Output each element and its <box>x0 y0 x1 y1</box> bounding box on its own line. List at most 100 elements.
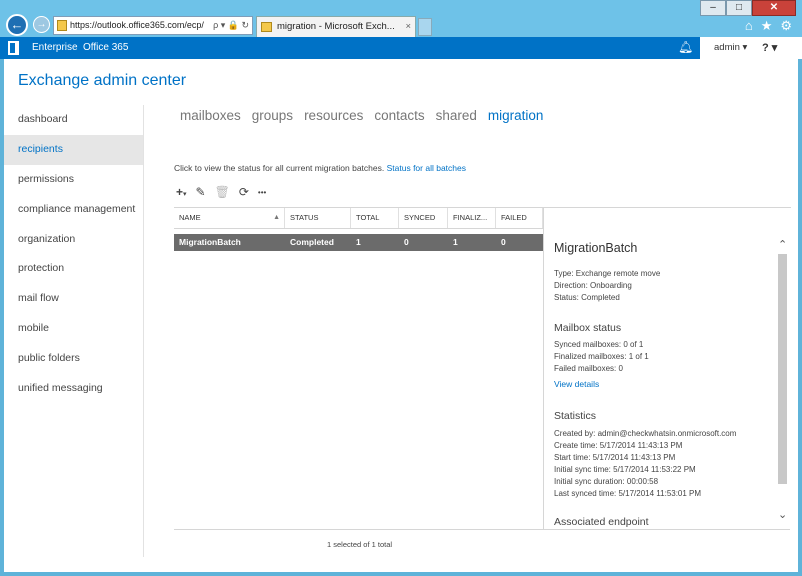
browser-chrome: – □ ✕ ← → https://outlook.office365.com/… <box>0 0 802 37</box>
leftnav-item-permissions[interactable]: permissions <box>4 165 143 195</box>
left-nav: dashboard recipients permissions complia… <box>4 105 144 557</box>
user-menu[interactable]: admin ▾ <box>714 42 747 53</box>
recipient-tabs: mailboxes groups resources contacts shar… <box>180 108 543 123</box>
chevron-down-icon: ▾ <box>183 191 187 198</box>
leftnav-item-recipients[interactable]: recipients <box>4 134 143 165</box>
details-summary: Type: Exchange remote move Direction: On… <box>554 268 660 304</box>
status-text: Status: Completed <box>554 293 620 302</box>
details-pane: MigrationBatch Type: Exchange remote mov… <box>543 207 791 529</box>
grid-header: NAME ▲ STATUS TOTAL SYNCED FINALIZ... FAI… <box>174 207 543 229</box>
leftnav-item-organization[interactable]: organization <box>4 225 143 255</box>
initial-sync-duration-text: Initial sync duration: 00:00:58 <box>554 477 659 486</box>
view-details-link[interactable]: View details <box>554 379 599 389</box>
url-text: https://outlook.office365.com/ecp/ <box>70 20 204 30</box>
new-tab-button[interactable] <box>418 18 432 36</box>
more-options-icon[interactable]: ••• <box>258 188 266 197</box>
site-favicon-icon <box>57 20 67 31</box>
enterprise-link[interactable]: Enterprise <box>32 42 78 53</box>
column-header-failed[interactable]: FAILED <box>496 208 543 228</box>
plus-icon: + <box>176 185 184 199</box>
tab-resources[interactable]: resources <box>304 108 363 123</box>
tab-favicon-icon <box>261 22 272 32</box>
edit-pencil-icon[interactable]: ✎ <box>196 185 206 199</box>
type-text: Type: Exchange remote move <box>554 269 661 278</box>
cell-failed: 0 <box>501 237 506 247</box>
user-area: admin ▾ ? ▾ <box>700 37 802 59</box>
tab-migration[interactable]: migration <box>488 108 544 123</box>
status-for-all-batches-link[interactable]: Status for all batches <box>387 163 466 173</box>
tab-shared[interactable]: shared <box>436 108 477 123</box>
statistics-values: Created by: admin@checkwhatsin.onmicroso… <box>554 428 736 500</box>
grid-toolbar: +▾ ✎ 🗑 ⟳ ••• <box>176 183 266 201</box>
column-header-total[interactable]: TOTAL <box>351 208 399 228</box>
column-header-status[interactable]: STATUS <box>285 208 351 228</box>
back-arrow-icon[interactable]: ← <box>6 14 28 36</box>
details-title: MigrationBatch <box>554 241 638 255</box>
bell-icon[interactable]: 🔔︎ <box>678 40 693 54</box>
migration-batch-grid: NAME ▲ STATUS TOTAL SYNCED FINALIZ... FAI… <box>174 207 543 529</box>
scroll-up-icon[interactable]: ⌃ <box>778 238 787 251</box>
leftnav-item-unified-messaging[interactable]: unified messaging <box>4 374 143 404</box>
grid-footer: 1 selected of 1 total <box>174 529 790 549</box>
mailbox-status-values: Synced mailboxes: 0 of 1 Finalized mailb… <box>554 339 649 375</box>
cell-synced: 0 <box>404 237 409 247</box>
tab-groups[interactable]: groups <box>252 108 293 123</box>
cell-status: Completed <box>290 237 334 247</box>
address-tools[interactable]: ρ ▾ 🔒 ↻ <box>210 17 249 34</box>
last-synced-time-text: Last synced time: 5/17/2014 11:53:01 PM <box>554 489 702 498</box>
batch-status-info: Click to view the status for all current… <box>174 163 466 173</box>
start-time-text: Start time: 5/17/2014 11:43:13 PM <box>554 453 676 462</box>
leftnav-item-public-folders[interactable]: public folders <box>4 344 143 374</box>
column-header-finalized[interactable]: FINALIZ... <box>448 208 496 228</box>
failed-mailboxes-text: Failed mailboxes: 0 <box>554 364 623 373</box>
tab-close-icon[interactable]: × <box>405 17 411 37</box>
page-title: Exchange admin center <box>18 72 187 89</box>
delete-trash-icon[interactable]: 🗑 <box>215 185 230 199</box>
help-menu[interactable]: ? ▾ <box>762 41 777 54</box>
tab-title: migration - Microsoft Exch... <box>277 21 395 32</box>
minimize-button[interactable]: – <box>700 0 726 16</box>
page-content: Exchange admin center dashboard recipien… <box>4 59 798 572</box>
cell-total: 1 <box>356 237 361 247</box>
office365-topbar: Enterprise Office 365 🔔︎ admin ▾ ? ▾ <box>0 37 802 59</box>
leftnav-item-protection[interactable]: protection <box>4 254 143 284</box>
forward-arrow-icon[interactable]: → <box>33 16 50 33</box>
initial-sync-time-text: Initial sync time: 5/17/2014 11:53:22 PM <box>554 465 696 474</box>
synced-mailboxes-text: Synced mailboxes: 0 of 1 <box>554 340 644 349</box>
address-bar[interactable]: https://outlook.office365.com/ecp/ ρ ▾ 🔒… <box>53 16 253 35</box>
direction-text: Direction: Onboarding <box>554 281 632 290</box>
gear-icon[interactable]: ⚙ <box>780 18 792 34</box>
close-window-button[interactable]: ✕ <box>752 0 796 16</box>
leftnav-item-mobile[interactable]: mobile <box>4 314 143 344</box>
details-scrollbar[interactable] <box>778 254 787 484</box>
browser-tab-migration[interactable]: migration - Microsoft Exch... × <box>256 16 416 37</box>
add-button[interactable]: +▾ <box>176 185 187 199</box>
star-icon[interactable]: ★ <box>761 18 773 34</box>
create-time-text: Create time: 5/17/2014 11:43:13 PM <box>554 441 683 450</box>
leftnav-item-compliance-management[interactable]: compliance management <box>4 195 143 225</box>
refresh-icon[interactable]: ⟳ <box>239 185 249 199</box>
tab-contacts[interactable]: contacts <box>374 108 424 123</box>
sort-ascending-icon: ▲ <box>273 214 280 221</box>
column-header-name[interactable]: NAME ▲ <box>174 208 285 228</box>
statistics-header: Statistics <box>554 410 597 422</box>
home-icon[interactable]: ⌂ <box>745 18 753 34</box>
tab-mailboxes[interactable]: mailboxes <box>180 108 241 123</box>
associated-endpoint-header: Associated endpoint <box>554 516 649 528</box>
info-text: Click to view the status for all current… <box>174 163 385 173</box>
created-by-text: Created by: admin@checkwhatsin.onmicroso… <box>554 429 737 438</box>
finalized-mailboxes-text: Finalized mailboxes: 1 of 1 <box>554 352 649 361</box>
cell-name: MigrationBatch <box>179 237 241 247</box>
office-logo-icon[interactable] <box>8 41 19 55</box>
cell-finalized: 1 <box>453 237 458 247</box>
mailbox-status-header: Mailbox status <box>554 322 622 334</box>
browser-toolbar-icons: ⌂ ★ ⚙ <box>745 18 792 34</box>
leftnav-item-dashboard[interactable]: dashboard <box>4 105 143 135</box>
column-header-synced[interactable]: SYNCED <box>399 208 448 228</box>
scroll-down-icon[interactable]: ⌄ <box>778 508 787 521</box>
maximize-button[interactable]: □ <box>726 0 752 16</box>
table-row[interactable]: MigrationBatch Completed 1 0 1 0 <box>174 234 543 251</box>
office365-link[interactable]: Office 365 <box>83 42 128 53</box>
window-controls: – □ ✕ <box>700 0 796 16</box>
leftnav-item-mail-flow[interactable]: mail flow <box>4 284 143 314</box>
